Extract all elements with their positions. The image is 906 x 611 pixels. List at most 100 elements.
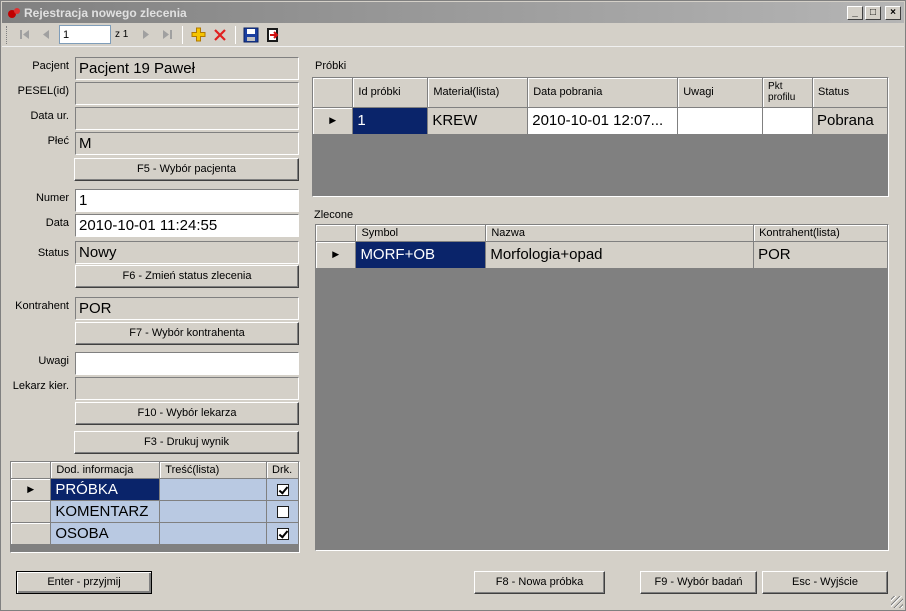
grid-header-indicator xyxy=(313,78,354,108)
grid-header[interactable]: Data pobrania xyxy=(527,78,679,108)
print-checkbox-cell xyxy=(266,478,299,501)
sample-notes-cell[interactable] xyxy=(677,107,764,135)
print-checkbox[interactable] xyxy=(276,505,289,518)
maximize-button[interactable]: □ xyxy=(865,5,881,20)
grid-header[interactable]: Kontrahent(lista) xyxy=(753,225,888,242)
last-record-button[interactable] xyxy=(156,25,178,45)
notes-label: Uwagi xyxy=(38,355,69,367)
info-content-cell[interactable] xyxy=(159,478,267,501)
contractor-label: Kontrahent xyxy=(15,300,69,312)
exit-button[interactable] xyxy=(262,25,284,45)
samples-label: Próbki xyxy=(315,60,347,72)
grid-header[interactable]: Status xyxy=(812,78,889,108)
sample-profile-cell[interactable] xyxy=(762,107,813,135)
sample-material-cell[interactable]: KREW xyxy=(427,107,529,135)
table-row[interactable]: ▶ 1 KREW 2010-10-01 12:07... Pobrana xyxy=(313,107,889,135)
number-label: Numer xyxy=(35,192,69,204)
prev-record-button[interactable] xyxy=(35,25,57,45)
pesel-field[interactable] xyxy=(75,82,299,105)
sex-label: Płeć xyxy=(47,135,69,147)
exit-window-button[interactable]: Esc - Wyjście xyxy=(762,571,888,594)
doctor-field[interactable] xyxy=(75,377,299,400)
next-record-button[interactable] xyxy=(134,25,156,45)
navigator-toolbar: z 1 xyxy=(2,23,904,47)
patient-field[interactable]: Pacjent 19 Paweł xyxy=(75,57,299,80)
sample-status-cell[interactable]: Pobrana xyxy=(812,107,889,135)
delete-record-button[interactable] xyxy=(209,25,231,45)
info-content-cell[interactable] xyxy=(159,500,267,523)
contractor-field[interactable]: POR xyxy=(75,297,299,320)
info-name-cell[interactable]: PRÓBKA xyxy=(50,478,161,501)
notes-field[interactable] xyxy=(75,352,299,375)
number-field[interactable]: 1 xyxy=(75,189,299,212)
resize-grip-icon[interactable] xyxy=(891,596,903,608)
patient-label: Pacjent xyxy=(32,60,69,72)
sample-date-cell[interactable]: 2010-10-01 12:07... xyxy=(527,107,679,135)
grid-header[interactable]: Drk. xyxy=(266,462,299,479)
prev-icon xyxy=(42,30,49,39)
table-row[interactable]: OSOBA xyxy=(11,522,299,545)
close-button[interactable]: × xyxy=(885,5,901,20)
main-window: Rejestracja nowego zlecenia _ □ × z 1 xyxy=(0,0,906,611)
birth-date-field[interactable] xyxy=(75,107,299,130)
table-row[interactable]: KOMENTARZ xyxy=(11,500,299,523)
select-doctor-button[interactable]: F10 - Wybór lekarza xyxy=(75,402,299,425)
grid-header-indicator xyxy=(11,462,52,479)
info-name-cell[interactable]: OSOBA xyxy=(50,522,161,545)
select-contractor-button[interactable]: F7 - Wybór kontrahenta xyxy=(75,322,299,345)
sample-id-cell[interactable]: 1 xyxy=(352,107,429,135)
print-checkbox-cell xyxy=(266,522,299,545)
grid-header[interactable]: Nazwa xyxy=(485,225,755,242)
grid-header[interactable]: Symbol xyxy=(355,225,487,242)
first-record-button[interactable] xyxy=(13,25,35,45)
toolbar-separator xyxy=(182,25,184,44)
grid-header[interactable]: Uwagi xyxy=(677,78,764,108)
print-checkbox[interactable] xyxy=(276,483,289,496)
exit-door-icon xyxy=(267,27,279,42)
print-checkbox[interactable] xyxy=(276,527,289,540)
grid-header[interactable]: Materiał(lista) xyxy=(427,78,529,108)
grid-header[interactable]: Pkt profilu xyxy=(762,78,813,108)
delete-icon xyxy=(214,28,227,41)
accept-button[interactable]: Enter - przyjmij xyxy=(16,571,152,594)
app-icon xyxy=(7,6,21,20)
status-field[interactable]: Nowy xyxy=(75,241,299,264)
doctor-label: Lekarz kier. xyxy=(12,380,69,392)
row-indicator-icon[interactable]: ▶ xyxy=(11,478,52,501)
table-row[interactable]: ▶ MORF+OB Morfologia+opad POR xyxy=(316,241,888,269)
pesel-label: PESEL(id) xyxy=(17,85,69,97)
info-name-cell[interactable]: KOMENTARZ xyxy=(50,500,161,523)
ordered-tests-grid: Symbol Nazwa Kontrahent(lista) ▶ MORF+OB… xyxy=(315,224,889,551)
record-number-input[interactable] xyxy=(59,25,111,44)
save-button[interactable] xyxy=(240,25,262,45)
select-patient-button[interactable]: F5 - Wybór pacjenta xyxy=(74,158,299,181)
status-label: Status xyxy=(37,247,69,259)
toolbar-grip[interactable] xyxy=(6,25,9,44)
minimize-button[interactable]: _ xyxy=(847,5,863,20)
info-content-cell[interactable] xyxy=(159,522,267,545)
test-name-cell[interactable]: Morfologia+opad xyxy=(485,241,755,269)
add-record-button[interactable] xyxy=(187,25,209,45)
new-sample-button[interactable]: F8 - Nowa próbka xyxy=(474,571,605,594)
test-symbol-cell[interactable]: MORF+OB xyxy=(355,241,487,269)
row-indicator[interactable] xyxy=(11,500,52,523)
date-field[interactable]: 2010-10-01 11:24:55 xyxy=(75,214,299,237)
print-result-button[interactable]: F3 - Drukuj wynik xyxy=(74,431,299,454)
change-status-button[interactable]: F6 - Zmień status zlecenia xyxy=(75,265,299,288)
row-indicator[interactable] xyxy=(11,522,52,545)
select-tests-button[interactable]: F9 - Wybór badań xyxy=(640,571,757,594)
ordered-label: Zlecone xyxy=(314,209,354,221)
table-row[interactable]: ▶ PRÓBKA xyxy=(11,478,299,501)
grid-header[interactable]: Treść(lista) xyxy=(159,462,267,479)
last-icon xyxy=(162,30,172,39)
test-contractor-cell[interactable]: POR xyxy=(753,241,888,269)
grid-header[interactable]: Dod. informacja xyxy=(50,462,161,479)
title-bar[interactable]: Rejestracja nowego zlecenia _ □ × xyxy=(2,2,904,23)
row-indicator-icon[interactable]: ▶ xyxy=(313,107,354,135)
row-indicator-icon[interactable]: ▶ xyxy=(316,241,357,269)
sex-field[interactable]: M xyxy=(75,132,299,155)
floppy-icon xyxy=(243,27,259,42)
first-icon xyxy=(19,30,29,39)
grid-header[interactable]: Id próbki xyxy=(352,78,429,108)
toolbar-separator xyxy=(235,25,237,44)
